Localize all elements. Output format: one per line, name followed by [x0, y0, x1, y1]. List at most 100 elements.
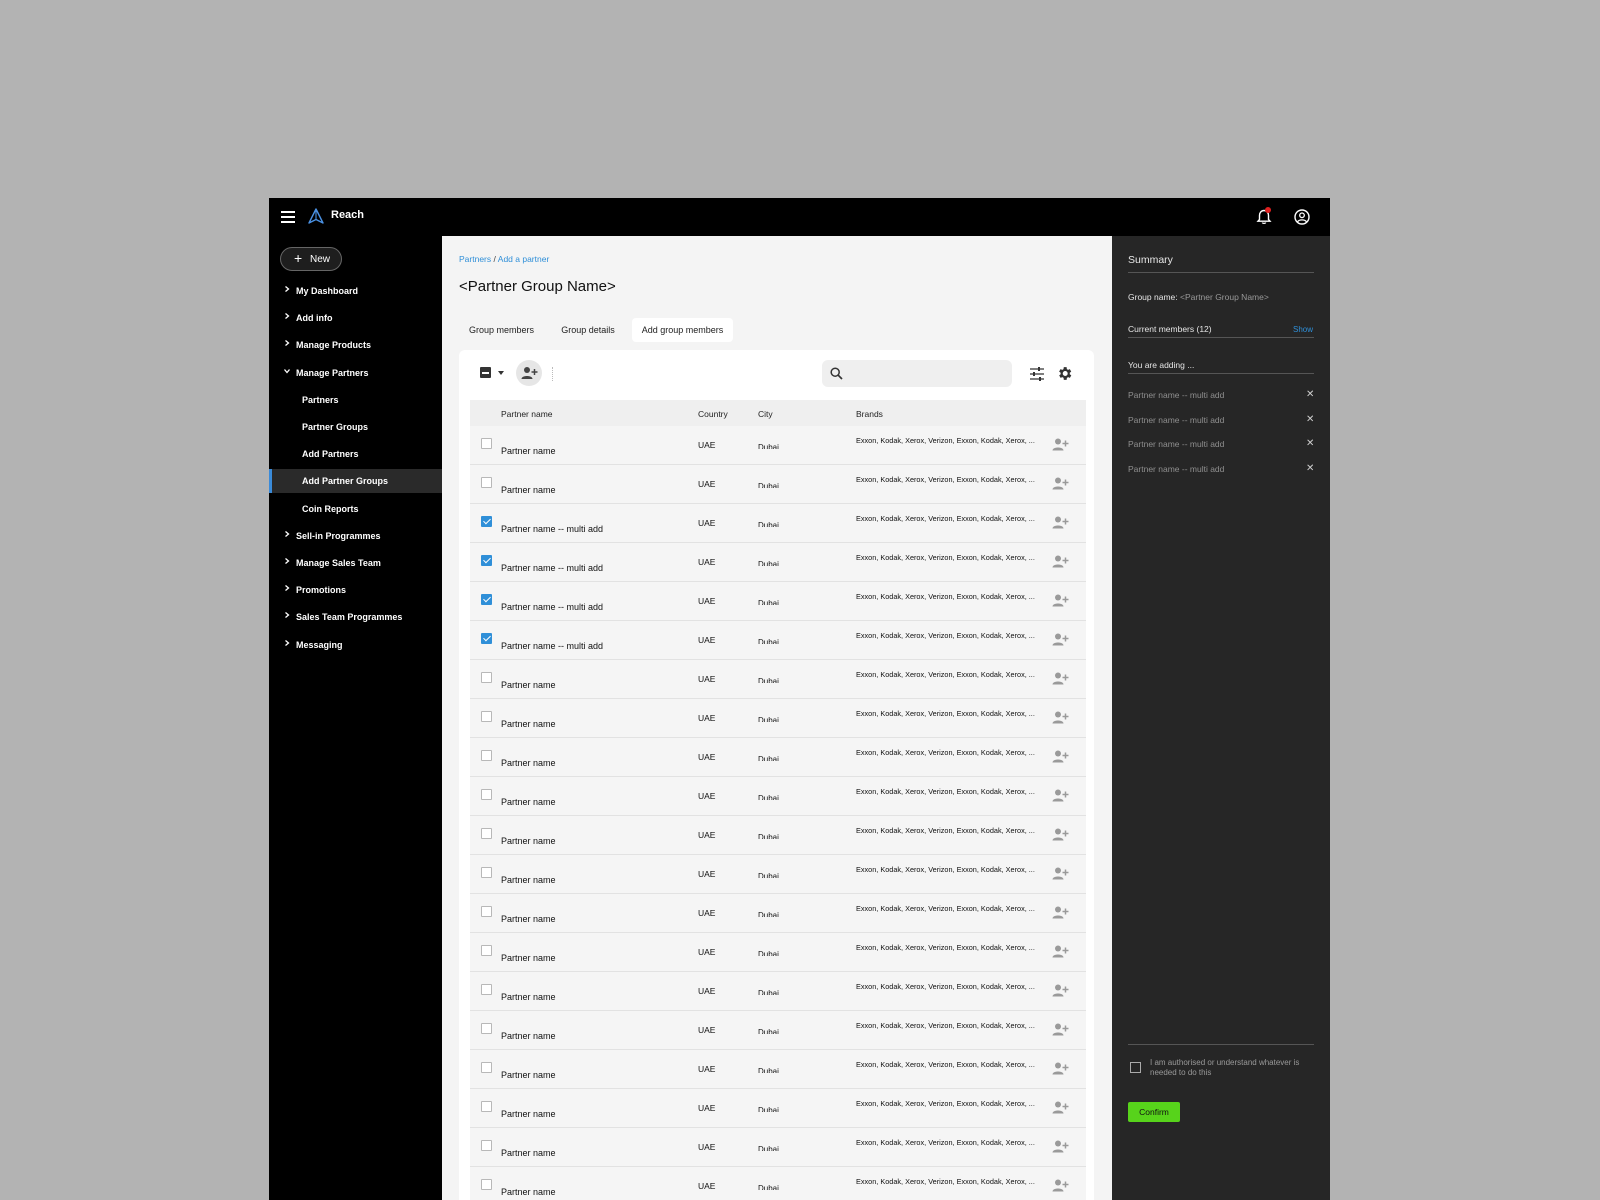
table-row[interactable]: Partner name -- multi add UAE Dubai Exxon, …: [470, 543, 1086, 582]
row-checkbox[interactable]: [481, 750, 492, 761]
person-add-icon[interactable]: [1052, 944, 1069, 959]
person-add-icon[interactable]: [1052, 632, 1069, 647]
search-field[interactable]: [822, 360, 1012, 387]
sidebar-item-manage-partners[interactable]: Manage Partners: [269, 361, 442, 385]
close-icon[interactable]: ✕: [1306, 463, 1314, 474]
show-members-link[interactable]: Show: [1293, 325, 1313, 334]
sidebar-item-partner-groups[interactable]: Partner Groups: [269, 415, 442, 439]
table-row[interactable]: Partner name UAE Dubai Exxon, Kodak, Xerox,…: [470, 855, 1086, 894]
person-add-icon[interactable]: [1052, 1100, 1069, 1115]
row-checkbox[interactable]: [481, 1140, 492, 1151]
person-add-icon[interactable]: [1052, 671, 1069, 686]
person-add-icon[interactable]: [1052, 554, 1069, 569]
column-header-country[interactable]: Country: [698, 409, 728, 419]
row-checkbox[interactable]: [481, 1101, 492, 1112]
person-add-icon[interactable]: [1052, 866, 1069, 881]
table-row[interactable]: Partner name -- multi add UAE Dubai Exxon, …: [470, 582, 1086, 621]
sidebar-item-add-partners[interactable]: Add Partners: [269, 442, 442, 466]
row-checkbox[interactable]: [481, 984, 492, 995]
chevron-down-icon[interactable]: [498, 371, 504, 375]
user-circle-icon[interactable]: [1293, 208, 1311, 226]
sidebar-item-manage-products[interactable]: Manage Products: [269, 333, 442, 357]
row-checkbox[interactable]: [481, 555, 492, 566]
breadcrumb-partners-link[interactable]: Partners: [459, 254, 491, 264]
tab-group-members[interactable]: Group members: [459, 318, 544, 342]
person-add-icon[interactable]: [1052, 983, 1069, 998]
person-add-icon[interactable]: [1052, 1061, 1069, 1076]
sidebar-item-sales-team-programmes[interactable]: Sales Team Programmes: [269, 605, 442, 629]
row-checkbox[interactable]: [481, 789, 492, 800]
hamburger-icon[interactable]: [281, 209, 295, 223]
sidebar-item-sell-in-programmes[interactable]: Sell-in Programmes: [269, 524, 442, 548]
sidebar-item-manage-sales-team[interactable]: Manage Sales Team: [269, 551, 442, 575]
sidebar-item-add-partner-groups[interactable]: Add Partner Groups: [269, 469, 442, 494]
person-add-icon[interactable]: [1052, 710, 1069, 725]
row-checkbox[interactable]: [481, 594, 492, 605]
bulk-add-member-button[interactable]: [516, 360, 542, 386]
table-row[interactable]: Partner name UAE Dubai Exxon, Kodak, Xerox,…: [470, 933, 1086, 972]
row-checkbox[interactable]: [481, 906, 492, 917]
table-row[interactable]: Partner name UAE Dubai Exxon, Kodak, Xerox,…: [470, 1128, 1086, 1167]
person-add-icon[interactable]: [1052, 515, 1069, 530]
confirm-button[interactable]: Confirm: [1128, 1102, 1180, 1122]
row-checkbox[interactable]: [481, 1062, 492, 1073]
table-row[interactable]: Partner name UAE Dubai Exxon, Kodak, Xerox,…: [470, 426, 1086, 465]
table-row[interactable]: Partner name UAE Dubai Exxon, Kodak, Xerox,…: [470, 1011, 1086, 1050]
select-all-checkbox[interactable]: [480, 367, 491, 378]
new-button[interactable]: + New: [280, 247, 342, 271]
sidebar-item-coin-reports[interactable]: Coin Reports: [269, 497, 442, 521]
person-add-icon[interactable]: [1052, 1139, 1069, 1154]
row-checkbox[interactable]: [481, 828, 492, 839]
row-checkbox[interactable]: [481, 672, 492, 683]
table-row[interactable]: Partner name UAE Dubai Exxon, Kodak, Xerox,…: [470, 660, 1086, 699]
sidebar-item-add-info[interactable]: Add info: [269, 306, 442, 330]
person-add-icon[interactable]: [1052, 476, 1069, 491]
row-checkbox[interactable]: [481, 1023, 492, 1034]
row-checkbox[interactable]: [481, 633, 492, 644]
row-checkbox[interactable]: [481, 516, 492, 527]
sidebar-item-promotions[interactable]: Promotions: [269, 578, 442, 602]
table-row[interactable]: Partner name UAE Dubai Exxon, Kodak, Xerox,…: [470, 894, 1086, 933]
app-brand[interactable]: Reach: [331, 209, 364, 221]
table-row[interactable]: Partner name -- multi add UAE Dubai Exxon, …: [470, 504, 1086, 543]
person-add-icon[interactable]: [1052, 749, 1069, 764]
row-checkbox[interactable]: [481, 1179, 492, 1190]
table-row[interactable]: Partner name UAE Dubai Exxon, Kodak, Xerox,…: [470, 1089, 1086, 1128]
table-row[interactable]: Partner name UAE Dubai Exxon, Kodak, Xerox,…: [470, 972, 1086, 1011]
breadcrumb-add-partner-link[interactable]: Add a partner: [498, 254, 550, 264]
row-checkbox[interactable]: [481, 438, 492, 449]
table-row[interactable]: Partner name UAE Dubai Exxon, Kodak, Xerox,…: [470, 1050, 1086, 1089]
sidebar-item-my-dashboard[interactable]: My Dashboard: [269, 279, 442, 303]
close-icon[interactable]: ✕: [1306, 438, 1314, 449]
person-add-icon[interactable]: [1052, 788, 1069, 803]
person-add-icon[interactable]: [1052, 827, 1069, 842]
table-row[interactable]: Partner name UAE Dubai Exxon, Kodak, Xerox,…: [470, 465, 1086, 504]
column-header-partner-name[interactable]: Partner name: [501, 409, 553, 419]
person-add-icon[interactable]: [1052, 905, 1069, 920]
tab-add-group-members[interactable]: Add group members: [632, 318, 733, 342]
table-row[interactable]: Partner name UAE Dubai Exxon, Kodak, Xerox,…: [470, 1167, 1086, 1200]
table-row[interactable]: Partner name UAE Dubai Exxon, Kodak, Xerox,…: [470, 699, 1086, 738]
gear-icon[interactable]: [1056, 365, 1073, 382]
person-add-icon[interactable]: [1052, 1022, 1069, 1037]
tab-group-details[interactable]: Group details: [549, 318, 627, 342]
person-add-icon[interactable]: [1052, 1178, 1069, 1193]
column-header-city[interactable]: City: [758, 409, 773, 419]
row-checkbox[interactable]: [481, 945, 492, 956]
table-row[interactable]: Partner name UAE Dubai Exxon, Kodak, Xerox,…: [470, 738, 1086, 777]
table-row[interactable]: Partner name -- multi add UAE Dubai Exxon, …: [470, 621, 1086, 660]
person-add-icon[interactable]: [1052, 437, 1069, 452]
table-row[interactable]: Partner name UAE Dubai Exxon, Kodak, Xerox,…: [470, 777, 1086, 816]
search-input[interactable]: [848, 365, 1007, 383]
close-icon[interactable]: ✕: [1306, 389, 1314, 400]
sliders-icon[interactable]: [1029, 366, 1045, 382]
column-header-brands[interactable]: Brands: [856, 409, 883, 419]
sidebar-item-messaging[interactable]: Messaging: [269, 633, 442, 657]
close-icon[interactable]: ✕: [1306, 414, 1314, 425]
row-checkbox[interactable]: [481, 711, 492, 722]
consent-checkbox[interactable]: [1130, 1062, 1141, 1073]
table-row[interactable]: Partner name UAE Dubai Exxon, Kodak, Xerox,…: [470, 816, 1086, 855]
row-checkbox[interactable]: [481, 867, 492, 878]
person-add-icon[interactable]: [1052, 593, 1069, 608]
sidebar-item-partners[interactable]: Partners: [269, 388, 442, 412]
